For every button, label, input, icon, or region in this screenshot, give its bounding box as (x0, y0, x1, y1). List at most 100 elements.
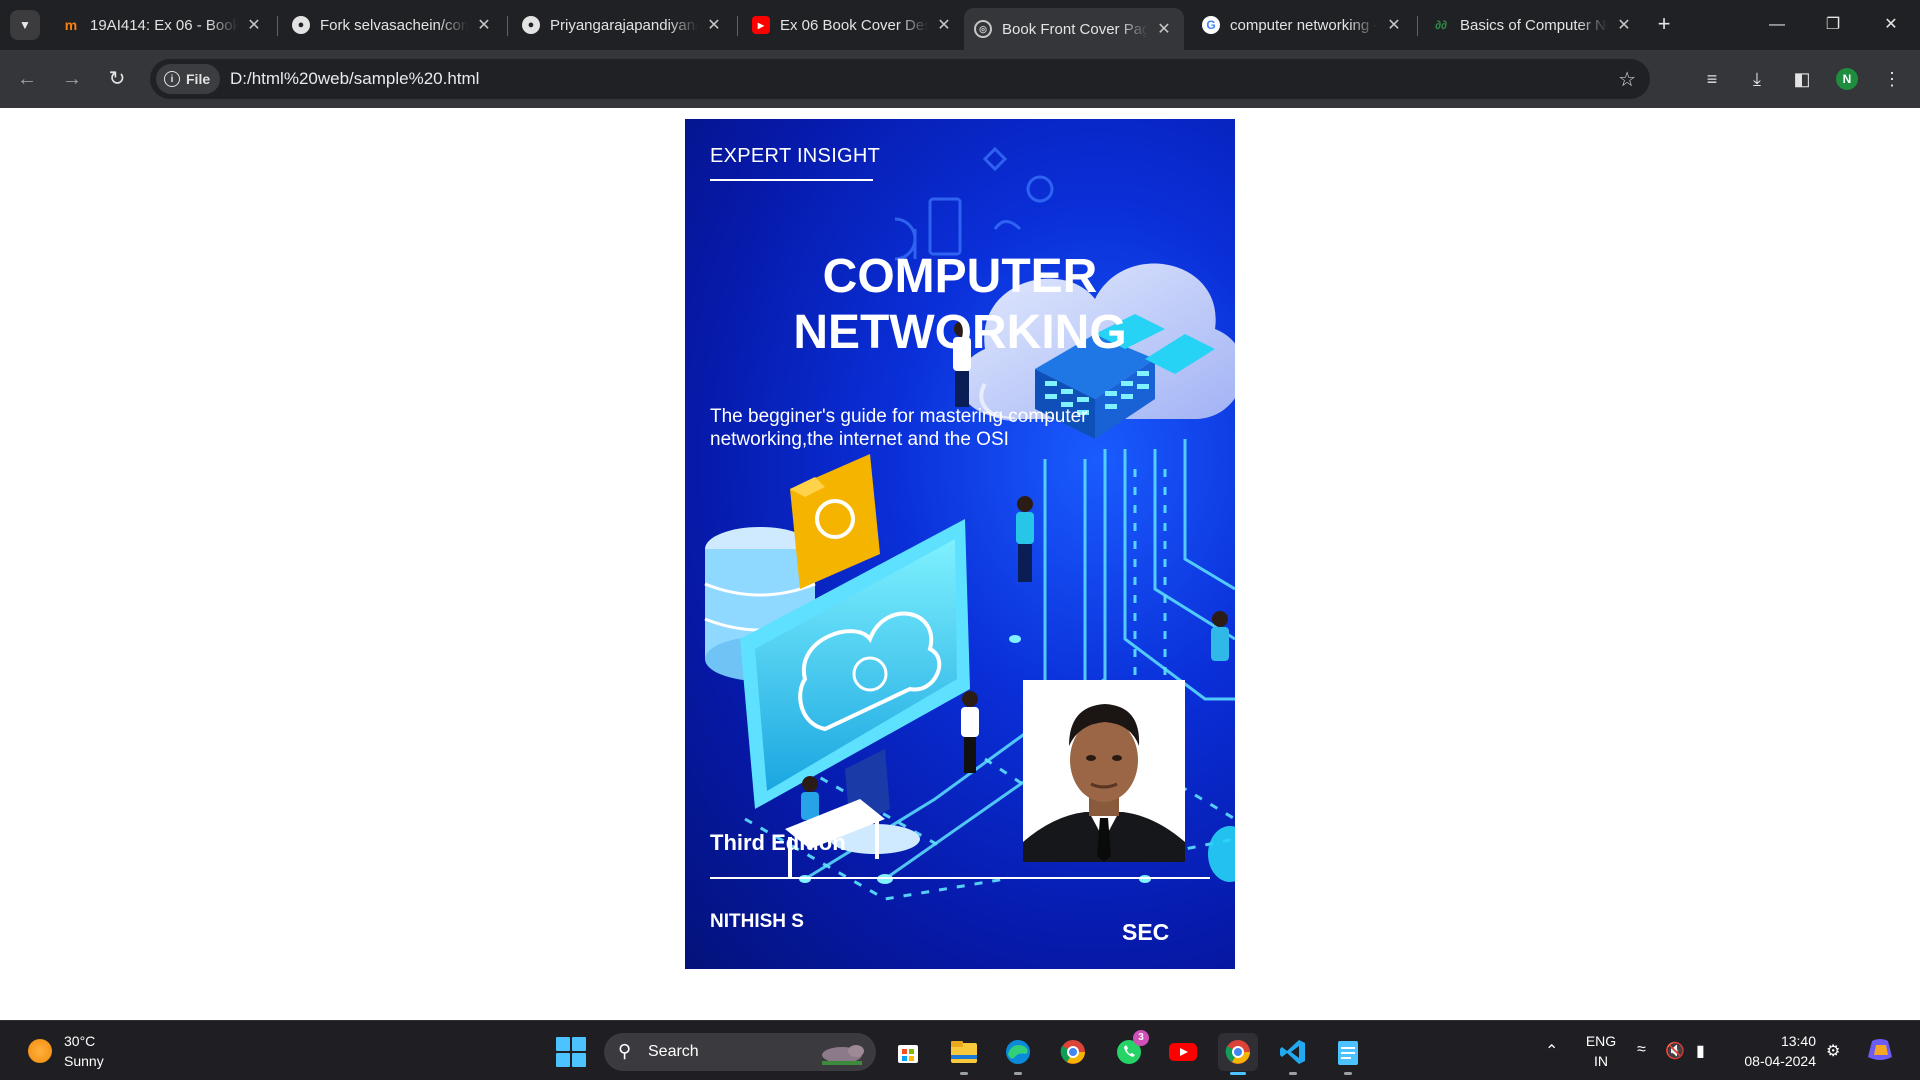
running-indicator (1289, 1072, 1297, 1075)
book-cover: EXPERT INSIGHT COMPUTER NETWORKING The b… (685, 119, 1235, 969)
file-explorer-icon (951, 1041, 977, 1063)
tab-github-repo[interactable]: ● Priyangarajapandiyan/Ex-06-Book ✕ (512, 8, 734, 42)
site-info-chip[interactable]: i File (156, 64, 221, 94)
notification-badge: 3 (1133, 1030, 1149, 1046)
search-highlight-image (822, 1045, 864, 1065)
gfg-icon: ∂∂ (1435, 18, 1447, 32)
sun-icon (28, 1039, 52, 1063)
title-line-2: NETWORKING (793, 306, 1127, 359)
wifi-icon[interactable]: ≈ (1637, 1041, 1646, 1059)
page-viewport: EXPERT INSIGHT COMPUTER NETWORKING The b… (0, 108, 1920, 1020)
tab-title: Ex 06 Book Cover Design - YouTube (780, 16, 928, 34)
github-icon: ● (292, 16, 310, 34)
chrome-app[interactable] (1053, 1033, 1093, 1071)
running-indicator (1014, 1072, 1022, 1075)
restore-button[interactable]: ❐ (1818, 10, 1848, 40)
tab-youtube[interactable]: ▶ Ex 06 Book Cover Design - YouTube ✕ (742, 8, 964, 42)
reload-icon: ↻ (108, 68, 126, 90)
weather-condition: Sunny (64, 1053, 104, 1069)
notepad-icon (1338, 1041, 1358, 1065)
chevron-down-icon: ▼ (19, 18, 31, 32)
language-indicator[interactable]: ENG (1584, 1033, 1618, 1049)
new-tab-button[interactable]: + (1652, 12, 1676, 36)
running-indicator (960, 1072, 968, 1075)
vscode-icon (1280, 1040, 1305, 1064)
tab-google-search[interactable]: G computer networking - Google Search ✕ (1192, 8, 1414, 42)
windows-taskbar: 30°C Sunny ⚲ Search 3 ⌃ ENG IN ≈ 🔇 ▮ 13:… (0, 1020, 1920, 1080)
vscode-app[interactable] (1273, 1033, 1313, 1075)
tab-gfg[interactable]: ∂∂ Basics of Computer Networking ✕ (1422, 8, 1644, 42)
minimize-button[interactable]: — (1762, 10, 1792, 40)
download-icon[interactable]: ⤓ (1742, 64, 1772, 94)
reload-button[interactable]: ↻ (102, 64, 132, 94)
tab-title: Book Front Cover Page (1002, 20, 1148, 38)
tab-separator (737, 16, 738, 36)
book-title: COMPUTER NETWORKING (685, 249, 1235, 361)
media-control-icon[interactable]: ≡ (1697, 64, 1727, 94)
google-icon: G (1202, 16, 1220, 34)
site-chip-label: File (186, 71, 211, 87)
author-name: NITHISH S (710, 911, 804, 932)
tab-title: 19AI414: Ex 06 - Book Cover Design (90, 16, 238, 34)
chrome-active-icon (1225, 1040, 1250, 1064)
close-icon[interactable]: ✕ (244, 15, 264, 35)
side-panel-icon[interactable]: ◧ (1787, 64, 1817, 94)
taskbar-search[interactable]: ⚲ Search (604, 1033, 876, 1071)
close-icon[interactable]: ✕ (474, 15, 494, 35)
battery-icon[interactable]: ▮ (1696, 1041, 1705, 1061)
start-button[interactable] (556, 1037, 586, 1067)
microsoft-store-app[interactable] (888, 1033, 928, 1071)
running-indicator (1230, 1072, 1246, 1075)
title-line-1: COMPUTER (822, 250, 1098, 303)
series-underline (710, 179, 873, 181)
address-bar[interactable]: i File D:/html%20web/sample%20.html ☆ (150, 59, 1650, 99)
chrome-icon (1060, 1040, 1085, 1064)
info-icon: i (164, 71, 180, 87)
notification-bell-icon[interactable]: ⚙ (1826, 1041, 1840, 1061)
publisher-name: SEC (1122, 919, 1170, 945)
tab-title: Basics of Computer Networking (1460, 16, 1608, 34)
bookmark-star-icon[interactable]: ☆ (1618, 67, 1636, 92)
speaker-muted-icon[interactable]: 🔇 (1665, 1041, 1685, 1061)
search-label: Search (648, 1043, 699, 1060)
book-subtitle: The begginer's guide for mastering compu… (710, 406, 1088, 450)
weather-temperature: 30°C (64, 1033, 96, 1049)
tab-search-button[interactable]: ▼ (10, 10, 40, 40)
chrome-active-app[interactable] (1218, 1033, 1258, 1075)
clock-time[interactable]: 13:40 (1732, 1033, 1816, 1049)
edge-icon (1006, 1040, 1030, 1064)
back-button[interactable]: ← (12, 64, 42, 94)
whatsapp-app[interactable]: 3 (1109, 1030, 1149, 1071)
windows-logo-tile (572, 1037, 586, 1051)
arrow-left-icon: ← (17, 68, 37, 90)
forward-button[interactable]: → (57, 64, 87, 94)
youtube-app[interactable] (1163, 1033, 1203, 1071)
tab-github-fork[interactable]: ● Fork selvasachein/computer-networking … (282, 8, 504, 42)
notepad-app[interactable] (1328, 1033, 1368, 1075)
tab-title: computer networking - Google Search (1230, 16, 1378, 34)
author-photo (1023, 680, 1185, 862)
show-hidden-icons-chevron-icon[interactable]: ⌃ (1545, 1041, 1558, 1061)
close-window-button[interactable]: ✕ (1876, 10, 1906, 40)
copilot-icon[interactable] (1866, 1037, 1894, 1068)
more-menu-icon[interactable]: ⋮ (1877, 64, 1907, 94)
close-icon[interactable]: ✕ (1384, 15, 1404, 35)
author-portrait (1023, 680, 1185, 862)
profile-avatar[interactable]: N (1836, 68, 1858, 90)
close-icon[interactable]: ✕ (704, 15, 724, 35)
region-indicator[interactable]: IN (1584, 1053, 1618, 1069)
tab-moodle[interactable]: m 19AI414: Ex 06 - Book Cover Design ✕ (52, 8, 274, 42)
close-icon[interactable]: ✕ (1154, 19, 1174, 39)
close-icon[interactable]: ✕ (1614, 15, 1634, 35)
edge-app[interactable] (998, 1033, 1038, 1075)
tab-book-cover[interactable]: ◎ Book Front Cover Page ✕ (964, 8, 1184, 50)
youtube-app-icon (1169, 1043, 1197, 1061)
youtube-icon: ▶ (752, 16, 770, 34)
file-explorer-app[interactable] (944, 1033, 984, 1075)
close-icon[interactable]: ✕ (934, 15, 954, 35)
url-text[interactable]: D:/html%20web/sample%20.html (230, 69, 479, 89)
search-icon: ⚲ (618, 1041, 632, 1061)
windows-logo-tile (556, 1037, 570, 1051)
tab-separator (1417, 16, 1418, 36)
clock-date[interactable]: 08-04-2024 (1732, 1053, 1816, 1069)
